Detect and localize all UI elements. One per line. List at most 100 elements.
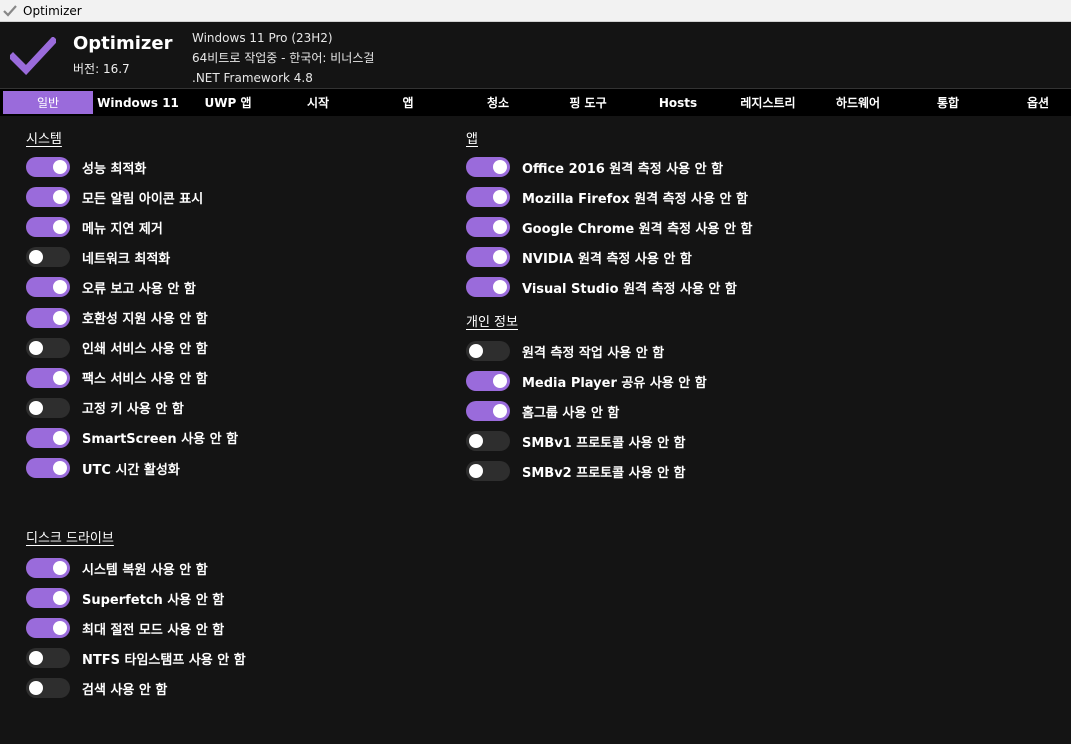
system-option-row[interactable]: 네트워크 최적화: [26, 246, 170, 268]
toggle-switch[interactable]: [26, 558, 70, 578]
option-label: 인쇄 서비스 사용 안 함: [82, 342, 208, 358]
toggle-switch[interactable]: [26, 618, 70, 638]
toggle-knob: [53, 430, 67, 445]
option-label: Visual Studio 원격 측정 사용 안 함: [522, 281, 737, 297]
disk-option-row[interactable]: 검색 사용 안 함: [26, 677, 167, 699]
disk-option-row[interactable]: Superfetch 사용 안 함: [26, 587, 224, 609]
apps-option-row[interactable]: Office 2016 원격 측정 사용 안 함: [466, 156, 723, 178]
toggle-switch[interactable]: [466, 431, 510, 451]
toggle-knob: [53, 621, 67, 635]
toggle-knob: [53, 220, 67, 235]
disk-option-row[interactable]: 최대 절전 모드 사용 안 함: [26, 617, 224, 639]
system-info: Windows 11 Pro (23H2) 64비트로 작업중 - 한국어: 비…: [192, 28, 374, 88]
privacy-option-row[interactable]: 홈그룹 사용 안 함: [466, 400, 619, 422]
option-label: 오류 보고 사용 안 함: [82, 281, 196, 297]
option-label: 모든 알림 아이콘 표시: [82, 191, 204, 207]
toggle-switch[interactable]: [466, 341, 510, 361]
apps-option-row[interactable]: Google Chrome 원격 측정 사용 안 함: [466, 216, 752, 238]
app-name: Optimizer: [73, 33, 173, 54]
checkmark-icon: [3, 3, 19, 19]
tab-integration[interactable]: 통합: [903, 91, 993, 114]
tab-registry[interactable]: 레지스트리: [723, 91, 813, 114]
option-label: 원격 측정 작업 사용 안 함: [522, 345, 665, 361]
tab-uwp-apps[interactable]: UWP 앱: [183, 91, 273, 114]
tab-startup[interactable]: 시작: [273, 91, 363, 114]
privacy-option-row[interactable]: SMBv2 프로토콜 사용 안 함: [466, 460, 686, 482]
checkmark-logo-icon: [8, 36, 58, 79]
system-option-row[interactable]: 팩스 서비스 사용 안 함: [26, 367, 208, 389]
disk-option-row[interactable]: 시스템 복원 사용 안 함: [26, 557, 208, 579]
toggle-switch[interactable]: [26, 588, 70, 608]
toggle-knob: [53, 591, 67, 605]
toggle-switch[interactable]: [26, 648, 70, 668]
arch-language: 64비트로 작업중 - 한국어: 비너스걸: [192, 51, 375, 65]
toggle-switch[interactable]: [26, 678, 70, 698]
section-title-system: 시스템: [26, 132, 62, 147]
toggle-switch[interactable]: [26, 367, 70, 388]
toggle-switch[interactable]: [466, 401, 510, 421]
toggle-switch[interactable]: [26, 337, 70, 358]
option-label: SmartScreen 사용 안 함: [82, 432, 239, 448]
toggle-knob: [53, 280, 67, 295]
system-option-row[interactable]: 호환성 지원 사용 안 함: [26, 307, 208, 329]
tab-windows-11[interactable]: Windows 11: [93, 91, 183, 114]
toggle-switch[interactable]: [26, 307, 70, 328]
system-option-row[interactable]: 모든 알림 아이콘 표시: [26, 186, 203, 208]
disk-option-row[interactable]: NTFS 타임스탬프 사용 안 함: [26, 647, 246, 669]
system-option-row[interactable]: 인쇄 서비스 사용 안 함: [26, 337, 208, 359]
system-option-row[interactable]: 메뉴 지연 제거: [26, 216, 163, 238]
toggle-switch[interactable]: [466, 247, 510, 267]
system-option-row[interactable]: UTC 시간 활성화: [26, 457, 180, 479]
toggle-switch[interactable]: [26, 217, 70, 238]
tab-general[interactable]: 일반: [3, 91, 93, 114]
system-option-row[interactable]: 고정 키 사용 안 함: [26, 397, 184, 419]
tab-cleaner[interactable]: 청소: [453, 91, 543, 114]
apps-option-row[interactable]: NVIDIA 원격 측정 사용 안 함: [466, 246, 692, 268]
toggle-switch[interactable]: [466, 461, 510, 481]
toggle-switch[interactable]: [26, 277, 70, 298]
toggle-knob: [493, 160, 507, 174]
privacy-option-row[interactable]: Media Player 공유 사용 안 함: [466, 370, 707, 392]
toggle-switch[interactable]: [26, 187, 70, 208]
toggle-switch[interactable]: [26, 397, 70, 418]
option-label: Mozilla Firefox 원격 측정 사용 안 함: [522, 191, 748, 207]
privacy-option-row[interactable]: SMBv1 프로토콜 사용 안 함: [466, 430, 686, 452]
toggle-switch[interactable]: [26, 458, 70, 478]
tab-hardware[interactable]: 하드웨어: [813, 91, 903, 114]
system-option-row[interactable]: 성능 최적화: [26, 156, 146, 178]
option-label: 호환성 지원 사용 안 함: [82, 312, 208, 327]
toggle-switch[interactable]: [466, 371, 510, 391]
option-label: SMBv1 프로토콜 사용 안 함: [522, 435, 686, 451]
tab-options[interactable]: 옵션: [993, 91, 1071, 114]
toggle-knob: [29, 400, 43, 415]
toggle-knob: [53, 160, 67, 174]
toggle-knob: [29, 651, 43, 665]
toggle-switch[interactable]: [466, 277, 510, 297]
apps-option-row[interactable]: Visual Studio 원격 측정 사용 안 함: [466, 276, 737, 298]
option-label: Media Player 공유 사용 안 함: [522, 375, 707, 391]
option-label: 팩스 서비스 사용 안 함: [82, 372, 208, 388]
toggle-switch[interactable]: [466, 217, 510, 237]
system-option-row[interactable]: 오류 보고 사용 안 함: [26, 276, 196, 298]
privacy-option-row[interactable]: 원격 측정 작업 사용 안 함: [466, 340, 664, 362]
option-label: SMBv2 프로토콜 사용 안 함: [522, 465, 686, 481]
general-tab-content: 시스템 디스크 드라이브 앱 개인 정보 성능 최적화 모든 알림 아이콘 표시 메…: [0, 116, 1071, 744]
toggle-switch[interactable]: [466, 157, 510, 177]
toggle-switch[interactable]: [26, 157, 70, 177]
toggle-switch[interactable]: [26, 427, 70, 448]
tab-hosts[interactable]: Hosts: [633, 91, 723, 114]
tab-ping-tool[interactable]: 핑 도구: [543, 91, 633, 114]
toggle-knob: [29, 681, 43, 695]
toggle-switch[interactable]: [466, 187, 510, 207]
apps-option-row[interactable]: Mozilla Firefox 원격 측정 사용 안 함: [466, 186, 748, 208]
option-label: 네트워크 최적화: [82, 251, 171, 267]
system-option-row[interactable]: SmartScreen 사용 안 함: [26, 427, 238, 449]
toggle-knob: [53, 370, 67, 385]
toggle-switch[interactable]: [26, 247, 70, 268]
toggle-knob: [493, 404, 507, 418]
tab-apps[interactable]: 앱: [363, 91, 453, 114]
toggle-knob: [469, 464, 483, 478]
section-title-privacy: 개인 정보: [466, 315, 518, 330]
option-label: Google Chrome 원격 측정 사용 안 함: [522, 221, 753, 237]
option-label: 최대 절전 모드 사용 안 함: [82, 622, 225, 638]
